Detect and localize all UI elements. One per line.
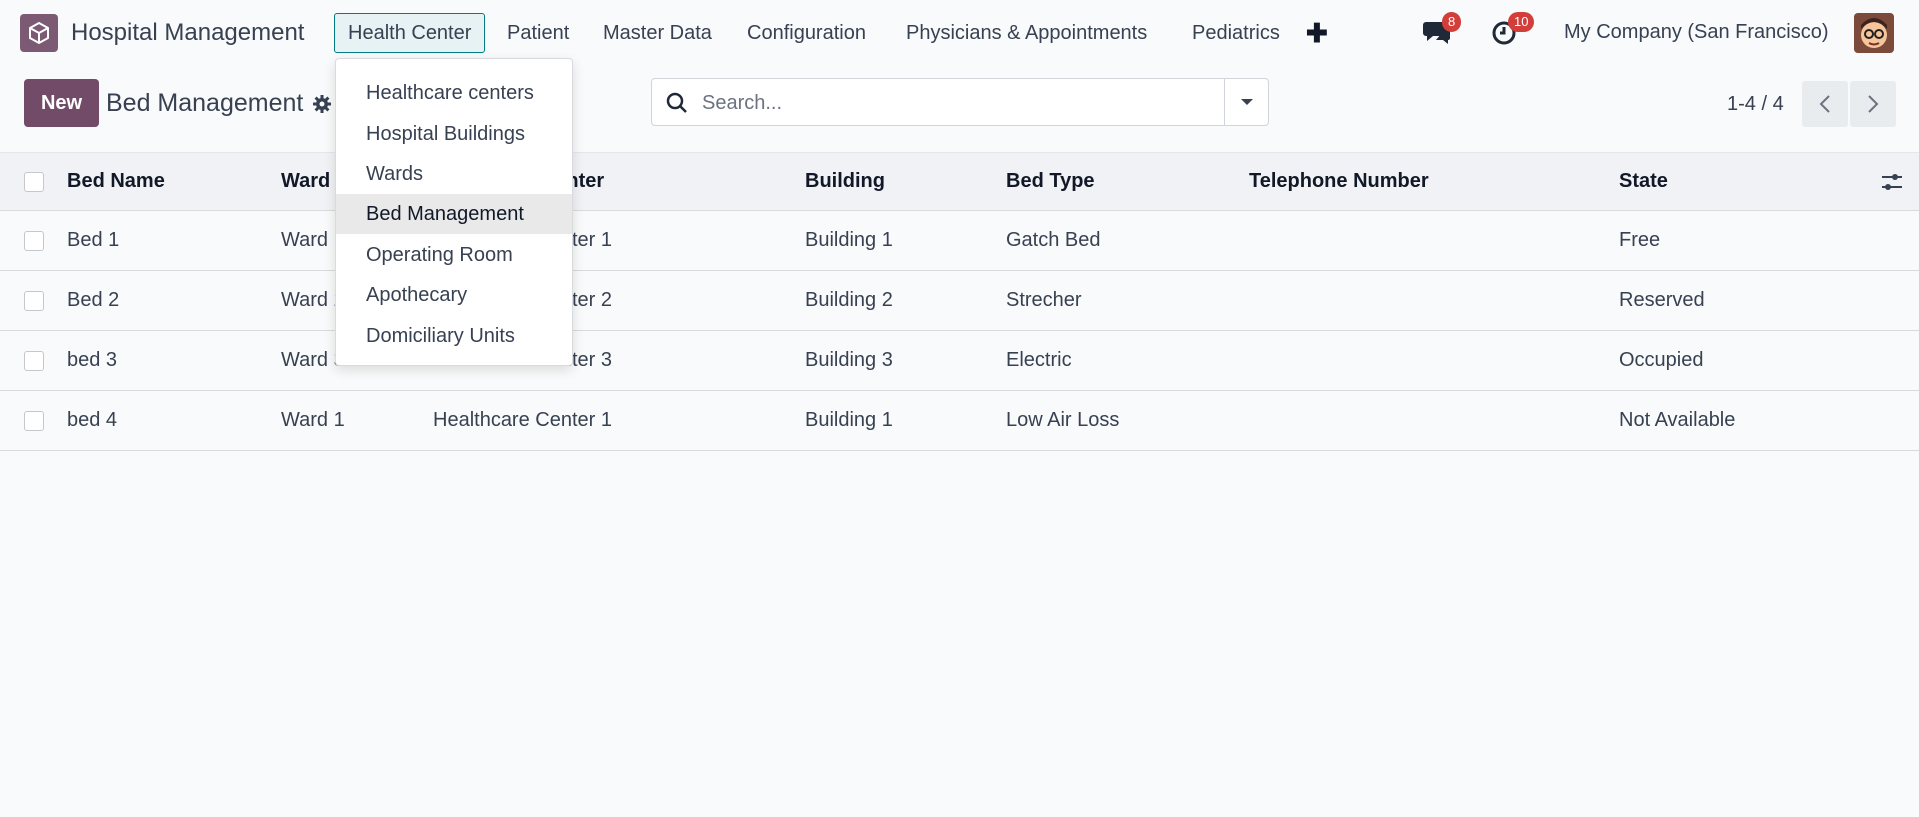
table-row[interactable]: bed 4 Ward 1 Healthcare Center 1 Buildin… (0, 391, 1919, 451)
menu-pediatrics[interactable]: Pediatrics (1179, 13, 1293, 53)
page-title: Bed Management (106, 89, 304, 117)
column-settings-icon[interactable] (1880, 171, 1904, 193)
cell-healthcare-center: Healthcare Center 1 (433, 409, 612, 431)
cell-bed-type: Strecher (1006, 289, 1082, 311)
menu-physicians-appointments[interactable]: Physicians & Appointments (893, 13, 1160, 53)
header-bed-name[interactable]: Bed Name (67, 153, 165, 210)
menu-master-data[interactable]: Master Data (590, 13, 725, 53)
cell-building: Building 1 (805, 409, 893, 431)
table-row[interactable]: Bed 2 Ward 2 Healthcare Center 2 Buildin… (0, 271, 1919, 331)
pager-previous-button[interactable] (1802, 81, 1848, 127)
messages-button[interactable]: 8 (1422, 12, 1462, 48)
company-switcher[interactable]: My Company (San Francisco) (1564, 21, 1829, 44)
menu-item-hospital-buildings[interactable]: Hospital Buildings (336, 114, 572, 154)
row-checkbox[interactable] (24, 231, 44, 251)
header-bed-type[interactable]: Bed Type (1006, 153, 1095, 210)
table-header: Bed Name Ward Healthcare Center Building… (0, 152, 1919, 211)
activities-button[interactable]: 10 (1490, 12, 1535, 48)
cell-bed-type: Low Air Loss (1006, 409, 1120, 431)
messages-badge: 8 (1442, 12, 1462, 32)
menu-item-apothecary[interactable]: Apothecary (336, 275, 572, 315)
cell-bed-name: Bed 2 (67, 289, 120, 311)
plus-icon[interactable]: ✚ (1306, 18, 1328, 49)
app-logo-icon[interactable] (20, 14, 58, 52)
new-button[interactable]: New (24, 79, 99, 127)
pager-value[interactable]: 1-4 / 4 (1727, 93, 1784, 116)
cell-building: Building 1 (805, 229, 893, 251)
search-icon (666, 92, 688, 114)
row-checkbox[interactable] (24, 411, 44, 431)
chevron-right-icon (1868, 95, 1879, 113)
cell-ward: Ward 1 (281, 409, 345, 431)
header-telephone-number[interactable]: Telephone Number (1249, 153, 1429, 210)
menu-item-operating-room[interactable]: Operating Room (336, 235, 572, 275)
cell-bed-name: bed 4 (67, 409, 118, 431)
row-checkbox[interactable] (24, 351, 44, 371)
header-building[interactable]: Building (805, 153, 885, 210)
table-row[interactable]: Bed 1 Ward 1 Healthcare Center 1 Buildin… (0, 211, 1919, 271)
search-bar (651, 78, 1269, 126)
caret-down-icon (1240, 99, 1253, 105)
gear-icon[interactable] (312, 94, 332, 114)
cell-building: Building 2 (805, 289, 893, 311)
list-table: Bed Name Ward Healthcare Center Building… (0, 152, 1919, 451)
menu-item-healthcare-centers[interactable]: Healthcare centers (336, 73, 572, 113)
cell-bed-name: Bed 1 (67, 229, 120, 251)
cell-state: Reserved (1619, 289, 1705, 311)
menu-configuration[interactable]: Configuration (734, 13, 879, 53)
cell-state: Free (1619, 229, 1661, 251)
table-row[interactable]: bed 3 Ward 3 Healthcare Center 3 Buildin… (0, 331, 1919, 391)
activities-badge: 10 (1508, 12, 1535, 32)
menu-item-wards[interactable]: Wards (336, 154, 572, 194)
health-center-dropdown: Healthcare centers Hospital Buildings Wa… (335, 58, 573, 366)
cell-bed-name: bed 3 (67, 349, 118, 371)
menu-patient[interactable]: Patient (494, 13, 582, 53)
pager-next-button[interactable] (1850, 81, 1896, 127)
search-input[interactable] (700, 87, 1204, 119)
cell-state: Not Available (1619, 409, 1736, 431)
cell-bed-type: Electric (1006, 349, 1072, 371)
avatar[interactable] (1854, 13, 1894, 53)
row-checkbox[interactable] (24, 291, 44, 311)
cell-bed-type: Gatch Bed (1006, 229, 1101, 251)
top-navbar: Hospital Management Health Center Patien… (0, 0, 1919, 66)
cell-state: Occupied (1619, 349, 1704, 371)
menu-health-center[interactable]: Health Center (334, 13, 486, 53)
chevron-left-icon (1819, 95, 1830, 113)
header-ward[interactable]: Ward (281, 153, 330, 210)
search-options-toggle[interactable] (1224, 79, 1268, 125)
select-all-checkbox[interactable] (24, 172, 44, 192)
header-state[interactable]: State (1619, 153, 1668, 210)
app-name[interactable]: Hospital Management (71, 19, 304, 47)
menu-item-bed-management[interactable]: Bed Management (336, 194, 572, 234)
menu-item-domiciliary-units[interactable]: Domiciliary Units (336, 316, 572, 356)
cell-building: Building 3 (805, 349, 893, 371)
